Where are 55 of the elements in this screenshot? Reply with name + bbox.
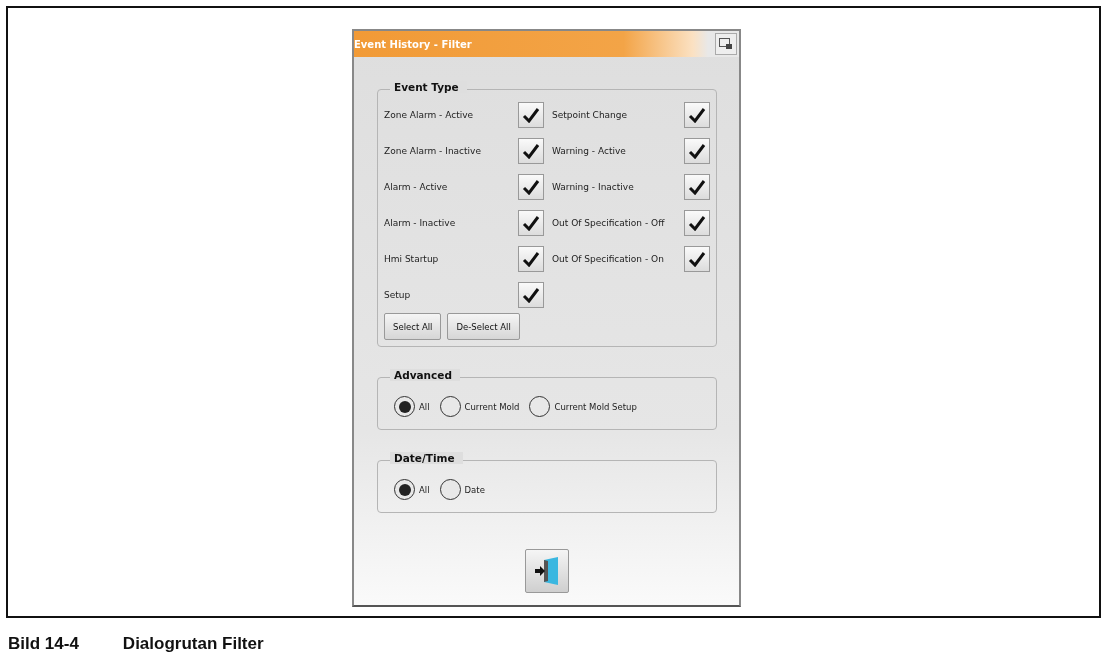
checkbox[interactable] — [518, 174, 544, 200]
radio-button[interactable] — [439, 396, 461, 417]
radio-button[interactable] — [394, 396, 415, 417]
checkbox-label: Setpoint Change — [552, 110, 629, 120]
checkbox-label: Setup — [384, 290, 412, 300]
checkbox-label: Warning - Active — [552, 146, 627, 156]
checkbox-label: Warning - Inactive — [552, 182, 635, 192]
radio-label: All — [419, 401, 430, 412]
radio-label: Date — [464, 484, 485, 495]
checkbox[interactable] — [684, 138, 710, 164]
radio-button[interactable] — [529, 396, 551, 417]
select-button[interactable]: Select All — [384, 313, 442, 340]
radio-label: Current Mold — [464, 401, 520, 412]
checkbox[interactable] — [684, 246, 710, 272]
radio-button[interactable] — [394, 479, 415, 500]
checkbox-label: Hmi Startup — [384, 254, 440, 264]
radio-label: All — [419, 484, 430, 495]
checkmark-icon — [688, 179, 706, 195]
group-title: Event Type — [390, 81, 467, 93]
select-button[interactable]: De-Select All — [447, 313, 520, 340]
checkmark-icon — [522, 179, 540, 195]
checkmark-icon — [522, 143, 540, 159]
checkbox-label: Out Of Specification - Off — [552, 218, 666, 228]
checkbox[interactable] — [684, 102, 710, 128]
figure-caption: Dialogrutan Filter — [122, 634, 264, 654]
checkbox-label: Zone Alarm - Inactive — [384, 146, 482, 156]
checkmark-icon — [688, 107, 706, 123]
group-title: Date/Time — [390, 452, 463, 464]
exit-button[interactable] — [525, 549, 569, 593]
checkbox-label: Alarm - Active — [384, 182, 449, 192]
checkmark-icon — [688, 215, 706, 231]
checkmark-icon — [522, 107, 540, 123]
group-title: Advanced — [390, 369, 460, 381]
window-title: Event History - Filter — [354, 38, 472, 50]
checkbox-label: Alarm - Inactive — [384, 218, 457, 228]
figure-number: Bild 14-4 — [8, 634, 79, 654]
door-arrow-icon — [534, 556, 560, 586]
checkbox[interactable] — [518, 246, 544, 272]
radio-button[interactable] — [439, 479, 461, 500]
checkbox-label: Zone Alarm - Active — [384, 110, 475, 120]
checkbox[interactable] — [518, 282, 544, 308]
window-button[interactable] — [715, 33, 737, 55]
window-icon — [719, 38, 733, 50]
checkbox[interactable] — [518, 102, 544, 128]
checkmark-icon — [522, 251, 540, 267]
checkmark-icon — [688, 251, 706, 267]
checkbox[interactable] — [684, 174, 710, 200]
checkbox-label: Out Of Specification - On — [552, 254, 665, 264]
checkbox[interactable] — [684, 210, 710, 236]
checkbox[interactable] — [518, 210, 544, 236]
checkmark-icon — [688, 143, 706, 159]
checkbox[interactable] — [518, 138, 544, 164]
checkmark-icon — [522, 215, 540, 231]
radio-label: Current Mold Setup — [554, 401, 637, 412]
checkmark-icon — [522, 287, 540, 303]
